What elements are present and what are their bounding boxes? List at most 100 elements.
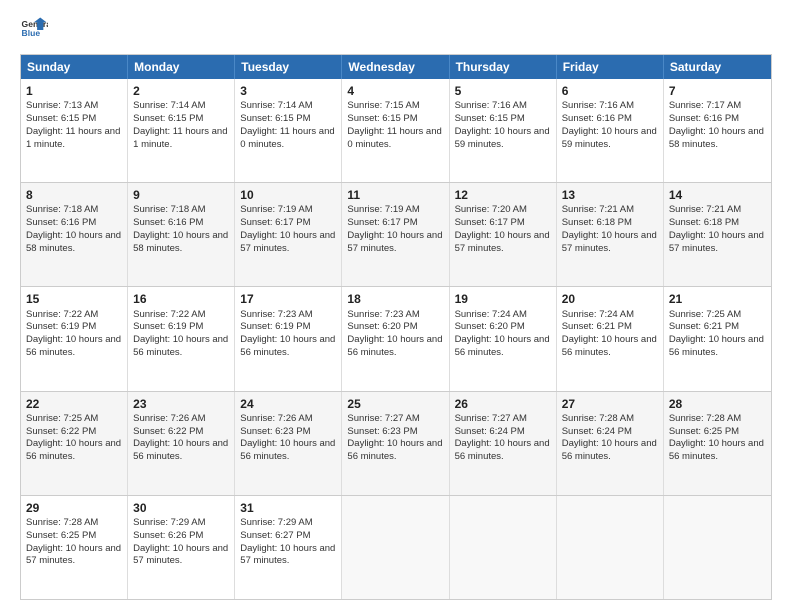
calendar-cell: 30Sunrise: 7:29 AMSunset: 6:26 PMDayligh… bbox=[128, 496, 235, 599]
calendar-cell: 28Sunrise: 7:28 AMSunset: 6:25 PMDayligh… bbox=[664, 392, 771, 495]
day-info: Sunrise: 7:25 AM bbox=[669, 309, 766, 322]
day-info: Daylight: 10 hours and 56 minutes. bbox=[669, 334, 766, 360]
day-info: Sunset: 6:27 PM bbox=[240, 530, 336, 543]
day-info: Sunrise: 7:18 AM bbox=[133, 204, 229, 217]
day-info: Sunset: 6:15 PM bbox=[455, 113, 551, 126]
calendar-cell bbox=[557, 496, 664, 599]
day-info: Daylight: 11 hours and 1 minute. bbox=[133, 126, 229, 152]
day-info: Daylight: 10 hours and 56 minutes. bbox=[26, 334, 122, 360]
calendar-cell: 8Sunrise: 7:18 AMSunset: 6:16 PMDaylight… bbox=[21, 183, 128, 286]
day-info: Daylight: 10 hours and 57 minutes. bbox=[562, 230, 658, 256]
day-info: Daylight: 10 hours and 59 minutes. bbox=[455, 126, 551, 152]
day-info: Sunset: 6:19 PM bbox=[240, 321, 336, 334]
calendar-cell: 3Sunrise: 7:14 AMSunset: 6:15 PMDaylight… bbox=[235, 79, 342, 182]
header-day-wednesday: Wednesday bbox=[342, 55, 449, 79]
day-info: Sunrise: 7:13 AM bbox=[26, 100, 122, 113]
day-info: Daylight: 10 hours and 57 minutes. bbox=[240, 543, 336, 569]
day-info: Sunset: 6:19 PM bbox=[26, 321, 122, 334]
day-info: Sunset: 6:26 PM bbox=[133, 530, 229, 543]
day-number: 8 bbox=[26, 187, 122, 203]
header-day-tuesday: Tuesday bbox=[235, 55, 342, 79]
day-info: Daylight: 10 hours and 57 minutes. bbox=[133, 543, 229, 569]
header-day-thursday: Thursday bbox=[450, 55, 557, 79]
day-info: Sunrise: 7:22 AM bbox=[133, 309, 229, 322]
day-info: Sunset: 6:17 PM bbox=[240, 217, 336, 230]
day-number: 6 bbox=[562, 83, 658, 99]
day-info: Daylight: 10 hours and 56 minutes. bbox=[133, 438, 229, 464]
calendar-cell: 1Sunrise: 7:13 AMSunset: 6:15 PMDaylight… bbox=[21, 79, 128, 182]
day-info: Sunset: 6:15 PM bbox=[347, 113, 443, 126]
calendar-cell: 17Sunrise: 7:23 AMSunset: 6:19 PMDayligh… bbox=[235, 287, 342, 390]
day-info: Daylight: 10 hours and 56 minutes. bbox=[240, 334, 336, 360]
day-number: 3 bbox=[240, 83, 336, 99]
day-number: 9 bbox=[133, 187, 229, 203]
day-info: Daylight: 10 hours and 57 minutes. bbox=[669, 230, 766, 256]
calendar-cell: 18Sunrise: 7:23 AMSunset: 6:20 PMDayligh… bbox=[342, 287, 449, 390]
day-info: Daylight: 10 hours and 56 minutes. bbox=[133, 334, 229, 360]
header-day-friday: Friday bbox=[557, 55, 664, 79]
day-info: Daylight: 10 hours and 57 minutes. bbox=[455, 230, 551, 256]
day-info: Sunset: 6:16 PM bbox=[26, 217, 122, 230]
calendar-cell: 22Sunrise: 7:25 AMSunset: 6:22 PMDayligh… bbox=[21, 392, 128, 495]
day-number: 2 bbox=[133, 83, 229, 99]
day-info: Sunrise: 7:18 AM bbox=[26, 204, 122, 217]
calendar-cell: 2Sunrise: 7:14 AMSunset: 6:15 PMDaylight… bbox=[128, 79, 235, 182]
day-info: Daylight: 10 hours and 58 minutes. bbox=[26, 230, 122, 256]
day-info: Daylight: 10 hours and 58 minutes. bbox=[669, 126, 766, 152]
day-info: Daylight: 11 hours and 1 minute. bbox=[26, 126, 122, 152]
day-number: 12 bbox=[455, 187, 551, 203]
header-day-monday: Monday bbox=[128, 55, 235, 79]
day-info: Sunrise: 7:22 AM bbox=[26, 309, 122, 322]
day-info: Sunrise: 7:17 AM bbox=[669, 100, 766, 113]
day-info: Sunrise: 7:29 AM bbox=[240, 517, 336, 530]
day-info: Sunrise: 7:16 AM bbox=[455, 100, 551, 113]
day-info: Daylight: 10 hours and 57 minutes. bbox=[240, 230, 336, 256]
day-info: Sunset: 6:17 PM bbox=[347, 217, 443, 230]
day-number: 24 bbox=[240, 396, 336, 412]
day-info: Sunset: 6:23 PM bbox=[347, 426, 443, 439]
day-number: 27 bbox=[562, 396, 658, 412]
calendar-cell: 12Sunrise: 7:20 AMSunset: 6:17 PMDayligh… bbox=[450, 183, 557, 286]
svg-text:General: General bbox=[22, 19, 48, 29]
calendar-cell: 23Sunrise: 7:26 AMSunset: 6:22 PMDayligh… bbox=[128, 392, 235, 495]
calendar-cell: 16Sunrise: 7:22 AMSunset: 6:19 PMDayligh… bbox=[128, 287, 235, 390]
day-info: Sunset: 6:25 PM bbox=[26, 530, 122, 543]
day-info: Sunrise: 7:19 AM bbox=[347, 204, 443, 217]
day-info: Sunrise: 7:27 AM bbox=[347, 413, 443, 426]
day-info: Sunset: 6:16 PM bbox=[133, 217, 229, 230]
day-info: Sunrise: 7:24 AM bbox=[562, 309, 658, 322]
day-number: 4 bbox=[347, 83, 443, 99]
day-number: 7 bbox=[669, 83, 766, 99]
day-number: 29 bbox=[26, 500, 122, 516]
day-info: Sunset: 6:18 PM bbox=[669, 217, 766, 230]
day-info: Sunrise: 7:26 AM bbox=[133, 413, 229, 426]
day-info: Sunset: 6:22 PM bbox=[26, 426, 122, 439]
day-number: 23 bbox=[133, 396, 229, 412]
day-info: Daylight: 10 hours and 56 minutes. bbox=[240, 438, 336, 464]
day-info: Sunrise: 7:21 AM bbox=[562, 204, 658, 217]
day-info: Daylight: 10 hours and 56 minutes. bbox=[669, 438, 766, 464]
day-info: Sunrise: 7:28 AM bbox=[669, 413, 766, 426]
calendar-cell: 25Sunrise: 7:27 AMSunset: 6:23 PMDayligh… bbox=[342, 392, 449, 495]
day-info: Sunrise: 7:29 AM bbox=[133, 517, 229, 530]
day-info: Sunrise: 7:16 AM bbox=[562, 100, 658, 113]
day-info: Daylight: 10 hours and 56 minutes. bbox=[562, 438, 658, 464]
day-info: Sunset: 6:16 PM bbox=[669, 113, 766, 126]
day-number: 11 bbox=[347, 187, 443, 203]
day-number: 26 bbox=[455, 396, 551, 412]
calendar-cell: 29Sunrise: 7:28 AMSunset: 6:25 PMDayligh… bbox=[21, 496, 128, 599]
day-info: Sunset: 6:15 PM bbox=[240, 113, 336, 126]
day-info: Daylight: 11 hours and 0 minutes. bbox=[347, 126, 443, 152]
calendar-cell: 24Sunrise: 7:26 AMSunset: 6:23 PMDayligh… bbox=[235, 392, 342, 495]
calendar-row-4: 22Sunrise: 7:25 AMSunset: 6:22 PMDayligh… bbox=[21, 392, 771, 496]
calendar-cell: 6Sunrise: 7:16 AMSunset: 6:16 PMDaylight… bbox=[557, 79, 664, 182]
day-info: Sunset: 6:24 PM bbox=[455, 426, 551, 439]
header-day-sunday: Sunday bbox=[21, 55, 128, 79]
calendar-cell: 13Sunrise: 7:21 AMSunset: 6:18 PMDayligh… bbox=[557, 183, 664, 286]
calendar-cell: 9Sunrise: 7:18 AMSunset: 6:16 PMDaylight… bbox=[128, 183, 235, 286]
day-info: Daylight: 10 hours and 59 minutes. bbox=[562, 126, 658, 152]
calendar-cell: 21Sunrise: 7:25 AMSunset: 6:21 PMDayligh… bbox=[664, 287, 771, 390]
day-info: Sunrise: 7:14 AM bbox=[240, 100, 336, 113]
calendar-cell: 20Sunrise: 7:24 AMSunset: 6:21 PMDayligh… bbox=[557, 287, 664, 390]
day-info: Sunset: 6:25 PM bbox=[669, 426, 766, 439]
